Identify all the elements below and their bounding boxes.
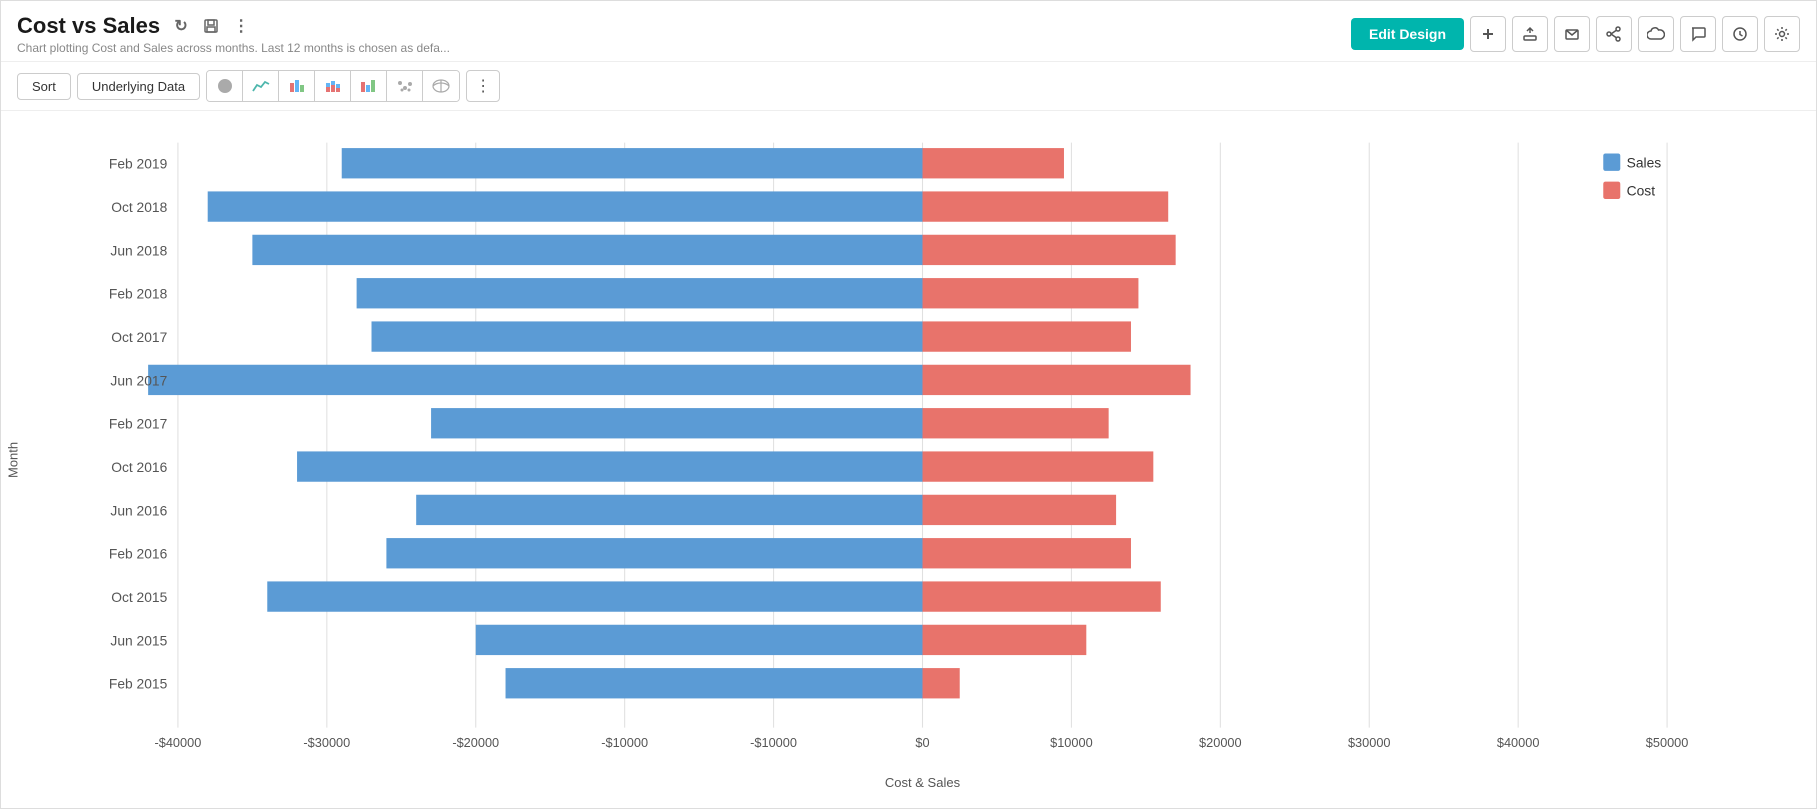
line-chart-button[interactable] xyxy=(243,71,279,101)
add-button[interactable] xyxy=(1470,16,1506,52)
svg-text:Jun 2015: Jun 2015 xyxy=(110,632,167,648)
svg-text:Jun 2018: Jun 2018 xyxy=(110,242,167,258)
title-icons: ↻ ⋮ xyxy=(170,15,252,37)
comment-button[interactable] xyxy=(1680,16,1716,52)
page-title: Cost vs Sales xyxy=(17,13,160,39)
subtitle: Chart plotting Cost and Sales across mon… xyxy=(17,41,450,55)
svg-text:-$20000: -$20000 xyxy=(452,735,499,750)
svg-text:Feb 2018: Feb 2018 xyxy=(109,286,168,302)
header-left: Cost vs Sales ↻ ⋮ Chart plotting Cost an… xyxy=(17,13,450,55)
svg-text:-$30000: -$30000 xyxy=(303,735,350,750)
bar-chart-button[interactable] xyxy=(279,71,315,101)
svg-text:-$10000: -$10000 xyxy=(601,735,648,750)
y-axis-label: Month xyxy=(1,121,29,798)
x-axis-label: Cost & Sales xyxy=(29,771,1816,798)
scatter-plot-button[interactable] xyxy=(387,71,423,101)
svg-text:-$10000: -$10000 xyxy=(750,735,797,750)
cloud-button[interactable] xyxy=(1638,16,1674,52)
pie-chart-button[interactable] xyxy=(207,71,243,101)
more-chart-options-button[interactable]: ⋮ xyxy=(466,70,500,102)
settings-button[interactable] xyxy=(1764,16,1800,52)
svg-text:Feb 2019: Feb 2019 xyxy=(109,156,168,172)
edit-design-button[interactable]: Edit Design xyxy=(1351,18,1464,50)
upload-button[interactable] xyxy=(1512,16,1548,52)
main-container: Cost vs Sales ↻ ⋮ Chart plotting Cost an… xyxy=(0,0,1817,809)
scatter-chart-button[interactable] xyxy=(351,71,387,101)
svg-text:Jun 2016: Jun 2016 xyxy=(110,502,167,518)
chart-inner: Feb 2019 Oct 2018 Jun 2018 Feb 2018 Oct … xyxy=(29,121,1816,798)
more-options-icon[interactable]: ⋮ xyxy=(230,15,252,37)
chart-area: Month xyxy=(1,111,1816,808)
svg-text:Cost: Cost xyxy=(1627,183,1656,199)
chart-svg-container: Feb 2019 Oct 2018 Jun 2018 Feb 2018 Oct … xyxy=(29,121,1816,771)
svg-text:$10000: $10000 xyxy=(1050,735,1093,750)
save-icon[interactable] xyxy=(200,15,222,37)
svg-text:Sales: Sales xyxy=(1627,154,1662,170)
svg-text:$40000: $40000 xyxy=(1497,735,1540,750)
svg-text:Jun 2017: Jun 2017 xyxy=(110,372,167,388)
svg-text:$0: $0 xyxy=(915,735,929,750)
svg-text:$30000: $30000 xyxy=(1348,735,1391,750)
stacked-bar-button[interactable] xyxy=(315,71,351,101)
svg-text:Feb 2016: Feb 2016 xyxy=(109,546,168,562)
svg-text:$20000: $20000 xyxy=(1199,735,1242,750)
title-row: Cost vs Sales ↻ ⋮ xyxy=(17,13,450,39)
svg-text:Oct 2016: Oct 2016 xyxy=(111,459,167,475)
chart-type-selector xyxy=(206,70,460,102)
schedule-button[interactable] xyxy=(1722,16,1758,52)
header-right: Edit Design xyxy=(1351,16,1800,52)
svg-text:Oct 2018: Oct 2018 xyxy=(111,199,167,215)
header: Cost vs Sales ↻ ⋮ Chart plotting Cost an… xyxy=(1,1,1816,62)
toolbar: Sort Underlying Data xyxy=(1,62,1816,111)
svg-text:$50000: $50000 xyxy=(1646,735,1689,750)
share-button[interactable] xyxy=(1596,16,1632,52)
refresh-icon[interactable]: ↻ xyxy=(170,15,192,37)
email-button[interactable] xyxy=(1554,16,1590,52)
svg-text:Oct 2015: Oct 2015 xyxy=(111,589,167,605)
chart-svg: Feb 2019 Oct 2018 Jun 2018 Feb 2018 Oct … xyxy=(29,121,1816,771)
svg-text:-$40000: -$40000 xyxy=(155,735,202,750)
svg-text:Feb 2017: Feb 2017 xyxy=(109,416,168,432)
map-button[interactable] xyxy=(423,71,459,101)
underlying-data-button[interactable]: Underlying Data xyxy=(77,73,200,100)
svg-text:Oct 2017: Oct 2017 xyxy=(111,329,167,345)
sort-button[interactable]: Sort xyxy=(17,73,71,100)
svg-text:Feb 2015: Feb 2015 xyxy=(109,676,168,692)
